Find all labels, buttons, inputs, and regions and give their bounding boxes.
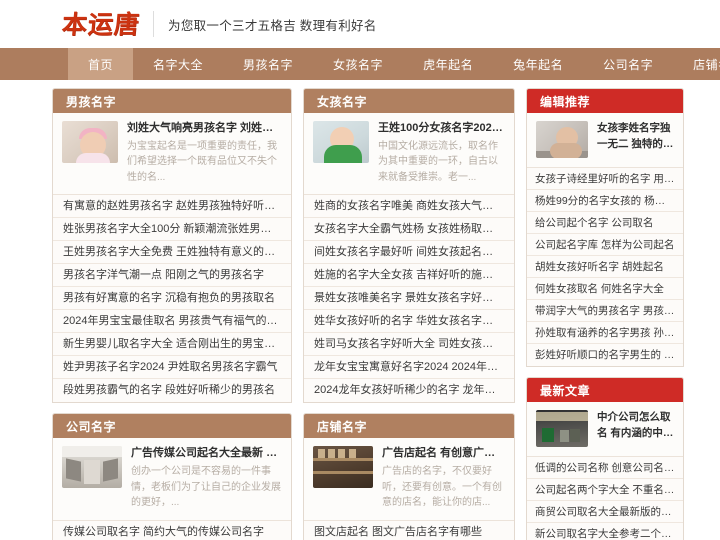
featured-text: 广告传媒公司起名大全最新 广告传... 创办一个公司是不容易的一件事情，老板们为… — [131, 446, 282, 510]
article-list-company-names: 传媒公司取名字 简约大气的传媒公司名字 房产中介公司名字推荐 聚财房产公司名字 … — [53, 521, 291, 540]
featured-article-girl-names[interactable]: 王姓100分女孩名字2024 王姓罕见... 中国文化源远流长，取名作为其中重要… — [304, 113, 514, 196]
logo-divider — [153, 11, 155, 37]
site-logo[interactable]: 本运唐 为您取一个三才五格吉 数理有利好名 — [60, 9, 377, 39]
list-item[interactable]: 女孩子诗经里好听的名字 用诗经... — [527, 168, 683, 190]
nav-item-boy-names[interactable]: 男孩名字 — [223, 48, 313, 80]
featured-description: 中国文化源远流长，取名作为其中重要的一环，自古以来就备受推崇。老一... — [378, 140, 498, 183]
panel-title-editor-picks: 编辑推荐 — [527, 89, 683, 113]
panel-title-company-names: 公司名字 — [53, 414, 291, 439]
article-thumbnail-store-shelves — [313, 446, 373, 489]
article-list-latest: 低调的公司名称 创意公司名字大全 公司起名两个字大全 不重名的二... 商贸公司… — [527, 457, 683, 540]
featured-text: 刘姓大气响亮男孩名字 刘姓男孩名... 为宝宝起名是一项重要的责任，我们希望选择… — [127, 121, 282, 185]
list-item[interactable]: 王姓男孩名字大全免费 王姓独特有意义的男孩名字 — [53, 241, 291, 265]
panel-girl-names: 女孩名字 王姓100分女孩名字2024 王姓罕见... 中国文化源远流长，取名作… — [303, 88, 515, 404]
list-item[interactable]: 景姓女孩唯美名字 景姓女孩名字好听有诗意 — [304, 287, 514, 311]
featured-article-shop-names[interactable]: 广告店起名 有创意广告店名字大全 广告店的名字，不仅要好听，还要有创意。一个有创… — [304, 438, 514, 521]
list-item[interactable]: 姓尹男孩子名字2024 尹姓取名男孩名字霸气 — [53, 356, 291, 380]
article-thumbnail-baby-girl-pink-hat — [62, 121, 118, 163]
site-tagline: 为您取一个三才五格吉 数理有利好名 — [168, 18, 377, 33]
featured-title: 广告店起名 有创意广告店名字大全 — [382, 447, 505, 460]
list-item[interactable]: 间姓女孩名字最好听 间姓女孩起名时尚洋气 — [304, 241, 514, 265]
main-navigation: 首页 名字大全 男孩名字 女孩名字 虎年起名 兔年起名 公司名字 店铺名字 — [0, 48, 720, 80]
featured-description: 创办一个公司是不容易的一件事情，老板们为了让自己的企业发展的更好，... — [131, 466, 281, 509]
list-item[interactable]: 彭姓好听顺口的名字男生的 彭姓... — [527, 344, 683, 366]
featured-description: 为宝宝起名是一项重要的责任，我们希望选择一个既有品位又不失个性的名... — [127, 140, 277, 183]
article-thumbnail-baby-on-sofa — [536, 121, 588, 158]
list-item[interactable]: 龙年女宝宝寓意好名字2024 2024年属龙女孩最佳... — [304, 356, 514, 380]
featured-title: 王姓100分女孩名字2024 王姓罕见... — [378, 122, 505, 134]
list-item[interactable]: 2024龙年女孩好听稀少的名字 龙年寓意好的女娃... — [304, 379, 514, 402]
list-item[interactable]: 孙姓取有涵养的名字男孩 孙姓起名 — [527, 322, 683, 344]
list-item[interactable]: 传媒公司取名字 简约大气的传媒公司名字 — [53, 521, 291, 540]
list-item[interactable]: 低调的公司名称 创意公司名字大全 — [527, 457, 683, 479]
featured-description: 广告店的名字，不仅要好听，还要有创意。一个有创意的店名，能让你的店... — [382, 466, 502, 509]
column-left: 男孩名字 刘姓大气响亮男孩名字 刘姓男孩名... 为宝宝起名是一项重要的责任，我… — [52, 88, 292, 540]
panel-shop-names: 店铺名字 广告店起名 有创意广告店名字大全 广告店的名字，不仅要好听，还要有创意… — [303, 413, 515, 540]
featured-article-editor-picks[interactable]: 女孩李姓名字独一无二 独特的女孩名 — [527, 113, 683, 168]
list-item[interactable]: 男孩有好寓意的名字 沉稳有抱负的男孩取名 — [53, 287, 291, 311]
featured-title: 中介公司怎么取名 有内涵的中介公... — [597, 411, 674, 439]
panel-title-girl-names: 女孩名字 — [304, 89, 514, 113]
featured-title: 广告传媒公司起名大全最新 广告传... — [131, 447, 282, 460]
list-item[interactable]: 公司起名两个字大全 不重名的二... — [527, 479, 683, 501]
featured-text: 女孩李姓名字独一无二 独特的女孩名 — [597, 121, 674, 158]
panel-editor-picks: 编辑推荐 女孩李姓名字独一无二 独特的女孩名 女孩子诗经里好听的名字 用诗经..… — [526, 88, 684, 367]
list-item[interactable]: 男孩名字洋气潮一点 阳刚之气的男孩名字 — [53, 264, 291, 288]
list-item[interactable]: 给公司起个名字 公司取名 — [527, 212, 683, 234]
list-item[interactable]: 姓张男孩名字大全100分 新颖潮流张姓男宝宝名字 — [53, 218, 291, 242]
panel-title-latest-articles: 最新文章 — [527, 378, 683, 402]
panel-latest-articles: 最新文章 中介公司怎么取名 有内涵的中介公... 低调的公司名称 创意公司名字大… — [526, 377, 684, 540]
nav-item-girl-names[interactable]: 女孩名字 — [313, 48, 403, 80]
list-item[interactable]: 姓商的女孩名字唯美 商姓女孩大气的名字 — [304, 195, 514, 219]
panel-company-names: 公司名字 广告传媒公司起名大全最新 广告传... 创办一个公司是不容易的一件事情… — [52, 413, 292, 540]
featured-text: 广告店起名 有创意广告店名字大全 广告店的名字，不仅要好听，还要有创意。一个有创… — [382, 446, 505, 510]
nav-item-all-names[interactable]: 名字大全 — [133, 48, 223, 80]
list-item[interactable]: 段姓男孩霸气的名字 段姓好听稀少的男孩名 — [53, 379, 291, 402]
article-thumbnail-baby-green-shirt — [313, 121, 369, 163]
logo-text: 本运唐 — [60, 9, 142, 39]
panel-boy-names: 男孩名字 刘姓大气响亮男孩名字 刘姓男孩名... 为宝宝起名是一项重要的责任，我… — [52, 88, 292, 404]
article-list-boy-names: 有寓意的赵姓男孩名字 赵姓男孩独特好听名字 姓张男孩名字大全100分 新颖潮流张… — [53, 195, 291, 402]
column-middle: 女孩名字 王姓100分女孩名字2024 王姓罕见... 中国文化源远流长，取名作… — [303, 88, 515, 540]
panel-title-boy-names: 男孩名字 — [53, 89, 291, 113]
list-item[interactable]: 图文店起名 图文广告店名字有哪些 — [304, 521, 514, 540]
list-item[interactable]: 有寓意的赵姓男孩名字 赵姓男孩独特好听名字 — [53, 195, 291, 219]
column-right: 编辑推荐 女孩李姓名字独一无二 独特的女孩名 女孩子诗经里好听的名字 用诗经..… — [526, 88, 684, 540]
list-item[interactable]: 新生男婴儿取名字大全 适合刚出生的男宝宝名 — [53, 333, 291, 357]
nav-item-rabbit-year[interactable]: 兔年起名 — [493, 48, 583, 80]
featured-article-company-names[interactable]: 广告传媒公司起名大全最新 广告传... 创办一个公司是不容易的一件事情，老板们为… — [53, 438, 291, 521]
list-item[interactable]: 姓华女孩好听的名字 华姓女孩名字大方洋气 — [304, 310, 514, 334]
list-item[interactable]: 女孩名字大全霸气姓杨 女孩姓杨取独特的名字 — [304, 218, 514, 242]
list-item[interactable]: 杨姓99分的名字女孩的 杨姓名字... — [527, 190, 683, 212]
list-item[interactable]: 带润字大气的男孩名字 男孩起名 — [527, 300, 683, 322]
featured-text: 王姓100分女孩名字2024 王姓罕见... 中国文化源远流长，取名作为其中重要… — [378, 121, 505, 185]
content-area: 男孩名字 刘姓大气响亮男孩名字 刘姓男孩名... 为宝宝起名是一项重要的责任，我… — [0, 80, 720, 540]
list-item[interactable]: 商贸公司取名大全最新版的四字 — [527, 501, 683, 523]
list-item[interactable]: 姓司马女孩名字好听大全 司姓女孩名字有内涵 — [304, 333, 514, 357]
list-item[interactable]: 2024年男宝宝最佳取名 男孩贵气有福气的名字 — [53, 310, 291, 334]
featured-title: 女孩李姓名字独一无二 独特的女孩名 — [597, 122, 674, 150]
nav-item-home[interactable]: 首页 — [68, 48, 134, 80]
panel-title-shop-names: 店铺名字 — [304, 414, 514, 439]
nav-item-tiger-year[interactable]: 虎年起名 — [403, 48, 493, 80]
list-item[interactable]: 何姓女孩取名 何姓名字大全 — [527, 278, 683, 300]
list-item[interactable]: 姓施的名字大全女孩 吉祥好听的施姓女孩宝宝取名 — [304, 264, 514, 288]
article-list-girl-names: 姓商的女孩名字唯美 商姓女孩大气的名字 女孩名字大全霸气姓杨 女孩姓杨取独特的名… — [304, 195, 514, 402]
article-list-editor-picks: 女孩子诗经里好听的名字 用诗经... 杨姓99分的名字女孩的 杨姓名字... 给… — [527, 168, 683, 366]
article-thumbnail-shopping-mall — [536, 410, 588, 447]
site-header: 本运唐 为您取一个三才五格吉 数理有利好名 — [0, 0, 720, 48]
featured-article-latest[interactable]: 中介公司怎么取名 有内涵的中介公... — [527, 402, 683, 457]
nav-item-company[interactable]: 公司名字 — [583, 48, 673, 80]
page-root: 本运唐 为您取一个三才五格吉 数理有利好名 首页 名字大全 男孩名字 女孩名字 … — [0, 0, 720, 540]
nav-item-shop[interactable]: 店铺名字 — [673, 48, 720, 80]
list-item[interactable]: 胡姓女孩好听名字 胡姓起名 — [527, 256, 683, 278]
featured-text: 中介公司怎么取名 有内涵的中介公... — [597, 410, 674, 447]
list-item[interactable]: 新公司取名字大全参考二个字 公... — [527, 523, 683, 540]
list-item[interactable]: 公司起名字库 怎样为公司起名 — [527, 234, 683, 256]
featured-title: 刘姓大气响亮男孩名字 刘姓男孩名... — [127, 122, 282, 134]
featured-article-boy-names[interactable]: 刘姓大气响亮男孩名字 刘姓男孩名... 为宝宝起名是一项重要的责任，我们希望选择… — [53, 113, 291, 196]
article-thumbnail-office-interior — [62, 446, 122, 489]
article-list-shop-names: 图文店起名 图文广告店名字有哪些 商店名称大全 好听有诗意的商店名字 商店取名大… — [304, 521, 514, 540]
